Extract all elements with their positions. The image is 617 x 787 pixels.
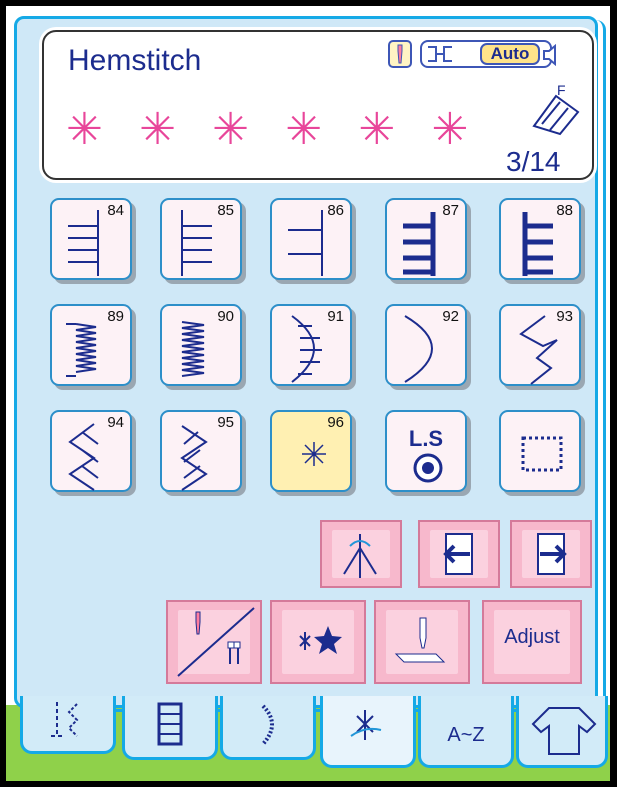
bold-comb-left-icon <box>403 212 436 276</box>
auto-label: Auto <box>480 43 540 65</box>
stitch-85-button[interactable]: 85 <box>160 198 242 280</box>
needle-position-button[interactable] <box>374 600 470 684</box>
stitch-92-button[interactable]: 92 <box>385 304 467 386</box>
stitch-87-button[interactable]: 87 <box>385 198 467 280</box>
feather-left-icon <box>68 423 99 491</box>
arrow-left-icon <box>443 533 473 575</box>
pattern-name: Hemstitch <box>68 44 202 77</box>
hem-rungs-left-icon <box>68 210 99 276</box>
tab-heirloom[interactable] <box>320 696 416 768</box>
stitch-84-button[interactable]: 84 <box>50 198 132 280</box>
stitch-95-button[interactable]: 95 <box>160 410 242 492</box>
stitch-89-button[interactable]: 89 <box>50 304 132 386</box>
mirror-button[interactable] <box>320 520 402 588</box>
garment-icon <box>531 707 597 755</box>
alphabet-label: A~Z <box>447 724 485 746</box>
heirloom-stitch-icon <box>350 710 382 740</box>
hem-rungs-right-icon <box>288 210 323 276</box>
feather-right-icon <box>180 425 208 491</box>
presser-foot-icon <box>532 94 580 136</box>
star-pattern-icon <box>299 626 342 654</box>
next-page-button[interactable] <box>510 520 592 588</box>
buttonhole-icon <box>157 702 183 746</box>
long-stitch-icon <box>413 453 443 483</box>
page-indicator: 3/14 <box>506 146 561 177</box>
stitch-93-button[interactable]: 93 <box>499 304 581 386</box>
stitch-91-button[interactable]: 91 <box>270 304 352 386</box>
zigzag-icon <box>519 315 558 385</box>
utility-stitch-icon <box>51 702 79 737</box>
dotted-frame-icon <box>521 436 563 472</box>
scallop-rungs-icon <box>291 315 322 383</box>
adjust-label: Adjust <box>504 626 560 648</box>
mirror-icon <box>343 534 377 578</box>
stitch-86-button[interactable]: 86 <box>270 198 352 280</box>
twin-needle-button[interactable] <box>166 600 262 684</box>
satin-zigzag-left-icon <box>66 323 97 377</box>
stitch-94-button[interactable]: 94 <box>50 410 132 492</box>
tab-buttonhole[interactable] <box>122 696 218 760</box>
needle-icon <box>388 40 412 68</box>
previous-page-button[interactable] <box>418 520 500 588</box>
stitch-96-button[interactable]: 96 <box>270 410 352 492</box>
needle-down-icon <box>394 617 446 663</box>
stitch-90-button[interactable]: 90 <box>160 304 242 386</box>
border-frame-button[interactable] <box>499 410 581 492</box>
bold-comb-right-icon <box>522 212 553 276</box>
long-stitch-button[interactable]: L.S <box>385 410 467 492</box>
scallop-icon <box>404 315 433 383</box>
twin-needle-icon <box>177 607 255 677</box>
tab-decorative[interactable] <box>220 696 316 760</box>
tab-utility[interactable] <box>20 696 116 754</box>
star-stitch-icon <box>302 442 326 466</box>
pattern-select-button[interactable] <box>270 600 366 684</box>
satin-zigzag-right-icon <box>181 321 205 377</box>
decorative-stitch-icon <box>261 704 274 746</box>
tab-alphabet[interactable]: A~Z <box>418 696 514 768</box>
speaker-icon <box>543 44 556 66</box>
hem-ladder-icon <box>181 210 212 276</box>
adjust-button[interactable]: Adjust <box>482 600 582 684</box>
stitch-88-button[interactable]: 88 <box>499 198 581 280</box>
tab-garment[interactable] <box>516 696 608 768</box>
arrow-right-icon <box>537 533 567 575</box>
stitch-preview: ✳ ✳ ✳ ✳ ✳ ✳ <box>66 105 481 154</box>
